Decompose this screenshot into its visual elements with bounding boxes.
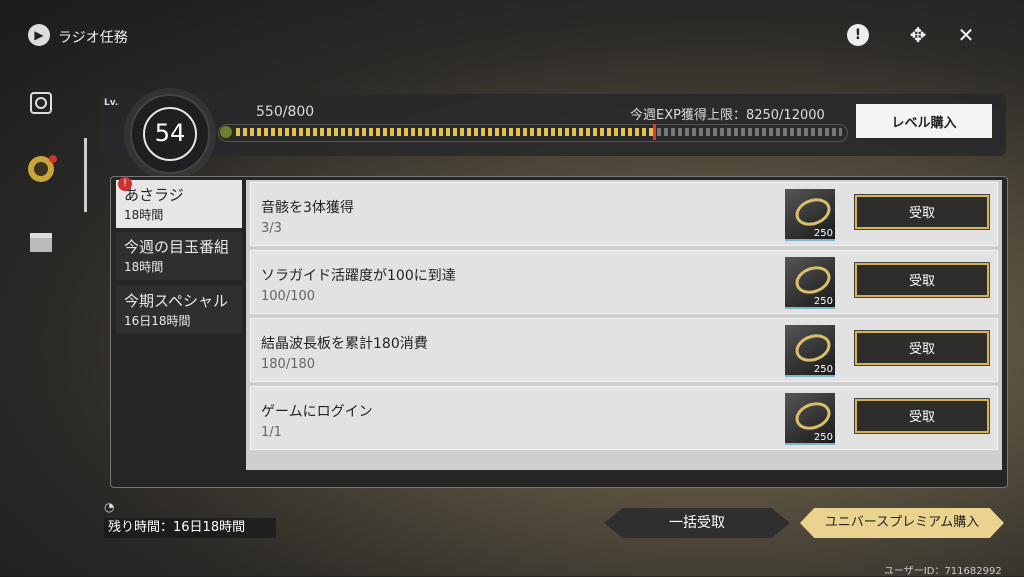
reward-item[interactable]: 250 bbox=[785, 325, 835, 377]
nav-indicator bbox=[84, 138, 87, 212]
reward-qty: 250 bbox=[813, 432, 833, 443]
category-time: 16日18時間 bbox=[124, 314, 191, 328]
category-time: 18時間 bbox=[124, 208, 164, 222]
claim-button[interactable]: 受取 bbox=[854, 194, 990, 230]
premium-purchase-button[interactable]: ユニバースプレミアム購入 bbox=[800, 508, 1004, 538]
reward-qty: 250 bbox=[813, 364, 833, 375]
claim-button[interactable]: 受取 bbox=[854, 262, 990, 298]
info-icon[interactable]: ! bbox=[845, 22, 871, 48]
close-icon[interactable]: ✕ bbox=[953, 22, 979, 48]
task-name: 音骸を3体獲得 bbox=[261, 200, 354, 216]
category-tab[interactable]: あさラジ 18時間 bbox=[116, 180, 242, 228]
weekly-exp-limit: 今週EXP獲得上限：8250/12000 bbox=[630, 108, 825, 123]
bulk-claim-button[interactable]: 一括受取 bbox=[604, 508, 790, 538]
exp-bar-fill bbox=[236, 128, 653, 136]
nav-task-icon[interactable] bbox=[22, 150, 60, 188]
exp-bar-marker bbox=[653, 124, 656, 140]
radio-play-icon[interactable]: ▶ bbox=[28, 24, 50, 46]
reward-qty: 250 bbox=[813, 296, 833, 307]
category-name: 今週の目玉番組 bbox=[124, 238, 230, 256]
category-tab[interactable]: 今期スペシャル 16日18時間 bbox=[116, 286, 242, 334]
reward-item[interactable]: 250 bbox=[785, 393, 835, 445]
category-name: 今期スペシャル bbox=[124, 292, 228, 310]
task-row: 音骸を3体獲得 3/3 250 受取 bbox=[250, 182, 998, 246]
reward-ring-icon bbox=[791, 397, 835, 435]
nav-box-icon[interactable] bbox=[22, 224, 60, 262]
user-id: ユーザーID：711682992 bbox=[884, 566, 1002, 577]
task-name: ゲームにログイン bbox=[261, 404, 373, 420]
level-label: Lv. bbox=[104, 98, 119, 108]
task-progress: 3/3 bbox=[261, 221, 282, 236]
claim-button[interactable]: 受取 bbox=[854, 398, 990, 434]
reward-ring-icon bbox=[791, 261, 835, 299]
exp-bar-start-icon bbox=[220, 126, 232, 138]
category-name: あさラジ bbox=[124, 186, 184, 204]
reward-ring-icon bbox=[791, 193, 835, 231]
page-title: ラジオ任務 bbox=[58, 30, 128, 46]
task-row: ソラガイド活躍度が100に到達 100/100 250 受取 bbox=[250, 250, 998, 314]
category-time: 18時間 bbox=[124, 260, 164, 274]
task-row: 結晶波長板を累計180消費 180/180 250 受取 bbox=[250, 318, 998, 382]
task-row: ゲームにログイン 1/1 250 受取 bbox=[250, 386, 998, 450]
target-icon[interactable]: ✥ bbox=[905, 22, 931, 48]
reward-ring-icon bbox=[791, 329, 835, 367]
task-name: ソラガイド活躍度が100に到達 bbox=[261, 268, 456, 284]
remaining-time: 残り時間：16日18時間 bbox=[104, 518, 276, 538]
claim-button[interactable]: 受取 bbox=[854, 330, 990, 366]
exp-bar-rest bbox=[657, 128, 842, 136]
alert-badge-icon: ! bbox=[118, 177, 132, 191]
reward-item[interactable]: 250 bbox=[785, 189, 835, 241]
buy-level-button[interactable]: レベル購入 bbox=[856, 104, 992, 138]
nav-radio-icon[interactable] bbox=[22, 84, 60, 122]
task-progress: 100/100 bbox=[261, 289, 316, 304]
reward-item[interactable]: 250 bbox=[785, 257, 835, 309]
task-name: 結晶波長板を累計180消費 bbox=[261, 336, 428, 352]
task-progress: 1/1 bbox=[261, 425, 282, 440]
task-progress: 180/180 bbox=[261, 357, 316, 372]
clock-icon: ◔ bbox=[104, 500, 115, 514]
exp-text: 550/800 bbox=[256, 104, 315, 120]
category-tab[interactable]: 今週の目玉番組 18時間 bbox=[116, 232, 242, 280]
level-value: 54 bbox=[154, 119, 186, 147]
reward-qty: 250 bbox=[813, 228, 833, 239]
